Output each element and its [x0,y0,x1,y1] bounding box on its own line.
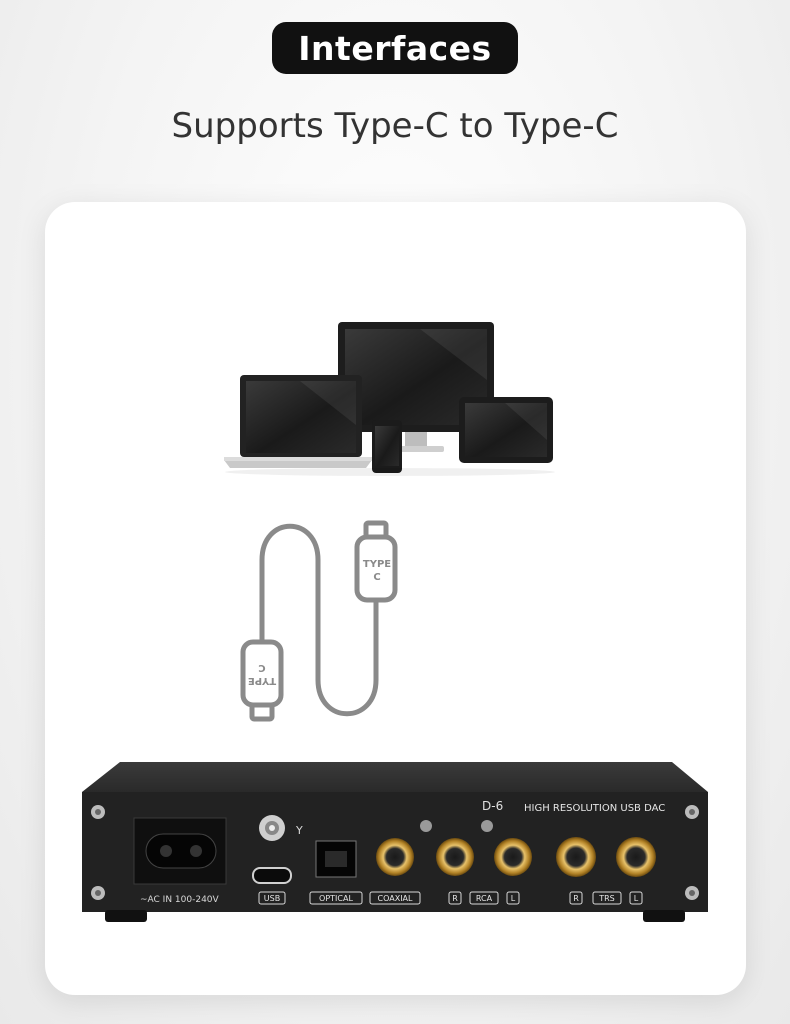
device-shadow [225,468,555,476]
phone-icon [372,420,402,473]
optical-port-label: OPTICAL [319,894,353,903]
illustration-canvas: TYPE C TYPE C D-6 HIGH RESOLUTION USB DA… [82,322,708,922]
dac-model-title: HIGH RESOLUTION USB DAC [524,803,665,814]
usb-c-cable-icon [240,520,398,722]
trs-r-label: R [573,894,579,903]
antenna-symbol: Y [295,824,303,837]
trs-label: TRS [598,894,615,903]
rca-l-label: L [511,894,516,903]
rca-r-label: R [452,894,458,903]
cable-bottom-plug-label: TYPE [248,675,276,686]
trs-l-label: L [634,894,639,903]
cable-top-plug-label: TYPE [363,559,391,570]
coaxial-port-label: COAXIAL [378,894,414,903]
rca-label: RCA [476,894,493,903]
usb-port-label: USB [264,894,280,903]
cable-bottom-plug-sub: C [258,662,265,673]
laptop-icon [224,375,372,468]
ac-input-label: ~AC IN 100-240V [140,895,220,905]
cable-top-plug-sub: C [373,572,380,583]
tablet-icon [459,397,553,463]
dac-model-mark: D-6 [482,799,503,813]
